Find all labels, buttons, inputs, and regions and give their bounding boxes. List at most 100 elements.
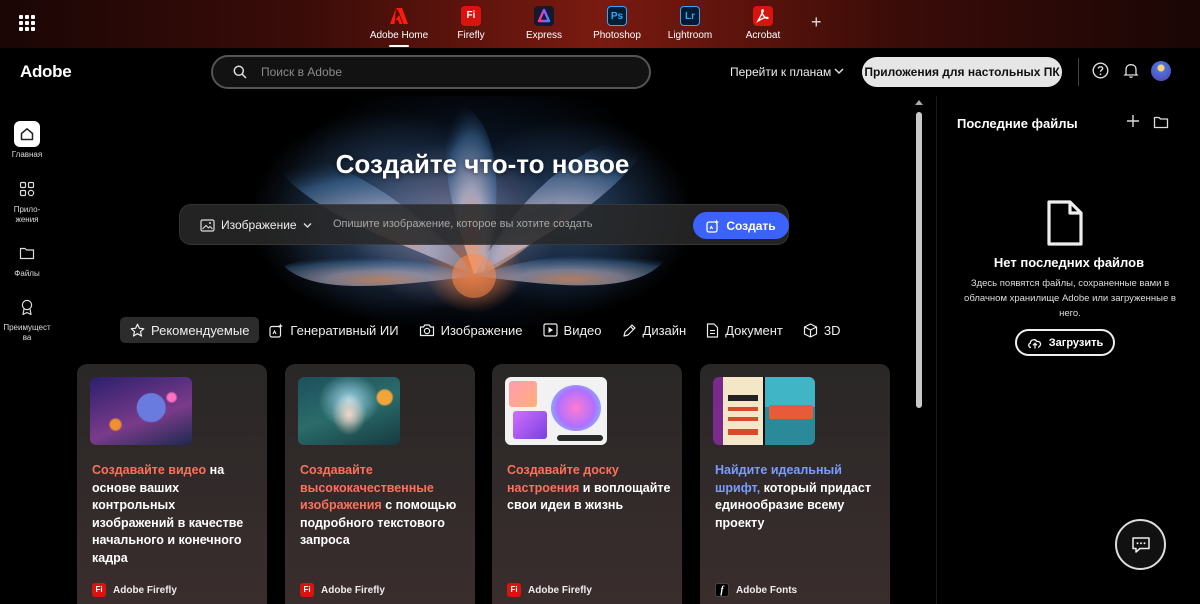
- camera-icon: [419, 324, 434, 337]
- filter-label: Видео: [563, 322, 602, 338]
- feature-card-fonts[interactable]: Найдите идеальный шрифт, который придаст…: [700, 364, 890, 604]
- sparkle-icon: [269, 323, 284, 338]
- generate-sparkle-icon: [706, 219, 720, 233]
- filter-label: Генеративный ИИ: [290, 322, 399, 338]
- prompt-input[interactable]: Опишите изображение, которое вы хотите с…: [333, 218, 592, 230]
- photoshop-logo-icon: Ps: [607, 6, 627, 26]
- tab-lightroom[interactable]: Lr Lightroom: [664, 6, 716, 46]
- upload-button-label: Загрузить: [1048, 336, 1104, 349]
- header-divider: [1078, 58, 1079, 86]
- home-icon: [14, 121, 40, 147]
- content-type-label: Изображение: [221, 218, 297, 232]
- feature-card-video[interactable]: Создавайте видео на основе ваших контрол…: [77, 364, 267, 604]
- filter-label: 3D: [823, 322, 841, 338]
- header: Adobe Перейти к планам Приложения для на…: [0, 48, 1200, 96]
- filter-label: Изображение: [440, 322, 523, 338]
- help-icon[interactable]: [1092, 62, 1109, 79]
- acrobat-logo-icon: [753, 6, 773, 26]
- scroll-up-arrow-icon[interactable]: [915, 100, 923, 105]
- create-button-label: Создать: [726, 218, 776, 233]
- adobe-brand-logo[interactable]: Adobe: [20, 62, 72, 82]
- card-description: Найдите идеальный шрифт, который придаст…: [715, 463, 871, 530]
- card-thumbnail-moodboard: [505, 377, 607, 445]
- tab-acrobat[interactable]: Acrobat: [740, 6, 786, 46]
- tab-label: Acrobat: [745, 30, 781, 41]
- apps-icon: [14, 176, 40, 202]
- folder-icon: [14, 240, 40, 266]
- sidebar-item-files[interactable]: Файлы: [0, 240, 54, 279]
- award-icon: [14, 294, 40, 320]
- add-app-tab-icon[interactable]: +: [811, 12, 822, 33]
- document-icon: [707, 322, 719, 338]
- card-app-label: Fi Adobe Firefly: [92, 583, 177, 597]
- tab-photoshop[interactable]: Ps Photoshop: [590, 6, 644, 46]
- search-box[interactable]: [211, 55, 651, 89]
- filter-label: Документ: [725, 322, 783, 338]
- filter-recommended[interactable]: Рекомендуемые: [120, 317, 260, 343]
- sidebar-item-label: Главная: [11, 150, 43, 159]
- feature-card-moodboard[interactable]: Создавайте доску настроения и воплощайте…: [492, 364, 682, 604]
- express-logo-icon: [534, 6, 554, 26]
- chat-assistant-button[interactable]: [1115, 519, 1166, 570]
- side-navigation: Главная Прило- жения Файлы Преимущест ва: [0, 96, 54, 604]
- card-thumbnail-monster: [90, 377, 192, 445]
- hero-title: Создайте что-то новое: [335, 149, 630, 179]
- open-folder-icon[interactable]: [1153, 115, 1169, 129]
- filter-label: Рекомендуемые: [151, 322, 250, 338]
- card-app-label: f Adobe Fonts: [715, 583, 797, 597]
- hero-flower-image: Создайте что-то новое Изображение Опишит…: [54, 96, 911, 326]
- generate-prompt-bar: Изображение Опишите изображение, которое…: [179, 204, 789, 245]
- category-filter-bar: Рекомендуемые Генеративный ИИ Изображени…: [120, 317, 851, 343]
- recent-files-title: Последние файлы: [957, 116, 1078, 131]
- card-thumbnail-posters: [713, 377, 815, 445]
- card-description: Создавайте высококачественные изображени…: [300, 463, 457, 548]
- desktop-apps-button[interactable]: Приложения для настольных ПК: [862, 57, 1062, 87]
- tab-express[interactable]: Express: [520, 6, 568, 46]
- adobe-logo-icon: [389, 6, 409, 26]
- filter-3d[interactable]: 3D: [793, 317, 851, 343]
- search-input[interactable]: [261, 63, 631, 81]
- plans-label: Перейти к планам: [730, 65, 832, 79]
- firefly-logo-icon: Fi: [300, 583, 314, 597]
- firefly-logo-icon: Fi: [461, 6, 481, 26]
- card-thumbnail-portrait: [298, 377, 400, 445]
- content-type-dropdown[interactable]: Изображение: [200, 218, 312, 232]
- chat-bubble-icon: [1131, 536, 1150, 553]
- add-file-icon[interactable]: [1126, 114, 1140, 128]
- video-icon: [542, 323, 558, 337]
- cube-icon: [803, 322, 817, 338]
- filter-image[interactable]: Изображение: [409, 317, 533, 343]
- sidebar-item-benefits[interactable]: Преимущест ва: [0, 294, 54, 343]
- create-button[interactable]: Создать: [693, 212, 789, 239]
- app-switcher-bar: Adobe Home Fi Firefly Express Ps Photosh…: [0, 0, 1200, 48]
- filter-design[interactable]: Дизайн: [612, 317, 697, 343]
- scrollbar-thumb[interactable]: [916, 112, 922, 408]
- user-avatar[interactable]: [1151, 61, 1171, 81]
- upload-button[interactable]: Загрузить: [1015, 329, 1115, 356]
- filter-document[interactable]: Документ: [696, 317, 793, 343]
- empty-state-description: Здесь появятся файлы, сохраненные вами в…: [964, 278, 1176, 319]
- cloud-upload-icon: [1027, 339, 1041, 349]
- pen-icon: [622, 323, 636, 337]
- chevron-down-icon: [834, 68, 844, 75]
- sidebar-item-apps[interactable]: Прило- жения: [0, 176, 54, 225]
- search-icon: [233, 65, 247, 79]
- tab-label: Express: [525, 30, 563, 41]
- notifications-bell-icon[interactable]: [1123, 62, 1139, 79]
- tab-adobe-home[interactable]: Adobe Home: [367, 6, 431, 47]
- filter-video[interactable]: Видео: [533, 317, 612, 343]
- adobe-fonts-logo-icon: f: [715, 583, 729, 597]
- main-scrollbar[interactable]: [911, 96, 928, 604]
- image-icon: [200, 218, 215, 232]
- filter-generative-ai[interactable]: Генеративный ИИ: [259, 317, 408, 343]
- filter-label: Дизайн: [642, 322, 687, 338]
- card-description: Создавайте видео на основе ваших контрол…: [92, 463, 244, 565]
- plans-dropdown[interactable]: Перейти к планам: [730, 65, 844, 79]
- tab-firefly[interactable]: Fi Firefly: [447, 6, 495, 46]
- firefly-logo-icon: Fi: [507, 583, 521, 597]
- feature-card-images[interactable]: Создавайте высококачественные изображени…: [285, 364, 475, 604]
- app-grid-icon[interactable]: [19, 15, 35, 31]
- card-app-label: Fi Adobe Firefly: [300, 583, 385, 597]
- firefly-logo-icon: Fi: [92, 583, 106, 597]
- sidebar-item-home[interactable]: Главная: [0, 121, 54, 160]
